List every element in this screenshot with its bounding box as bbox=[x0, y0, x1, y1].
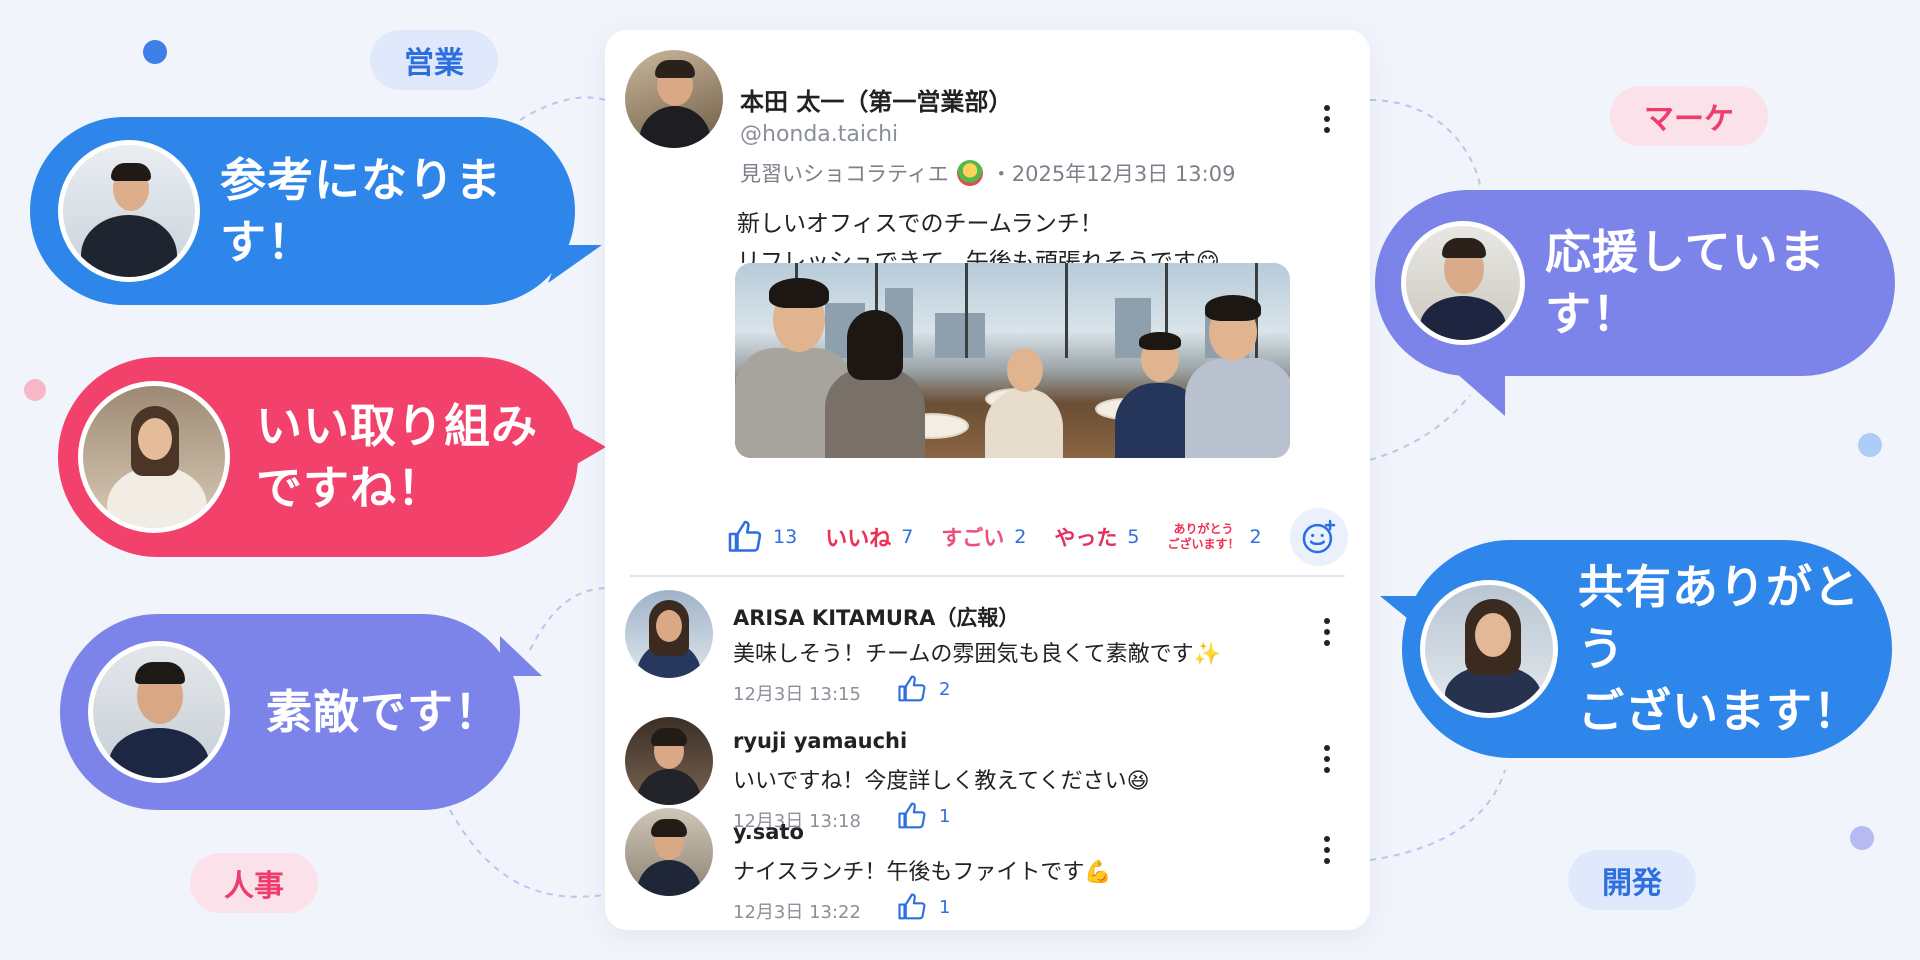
bubble-text-left-1: 参考になります！ bbox=[220, 153, 502, 269]
post-meta: 見習いショコラティエ ・2025年12月3日 13:09 bbox=[740, 158, 1235, 188]
add-reaction-smiley-icon bbox=[1302, 519, 1335, 554]
tag-dev-label: 開発 bbox=[1602, 866, 1662, 901]
comment-more-menu-icon[interactable] bbox=[1324, 618, 1330, 646]
rank-badge-icon bbox=[956, 160, 983, 186]
post-more-menu-icon[interactable] bbox=[1324, 105, 1330, 133]
thumbs-up-icon bbox=[728, 520, 762, 552]
reaction-sugoi[interactable]: すごい 2 bbox=[941, 522, 1026, 552]
speech-bubble-left-2: いい取り組み ですね！ bbox=[58, 357, 606, 557]
comment-text: ナイスランチ！午後もファイトです💪 bbox=[733, 860, 1112, 885]
post-timestamp: ・2025年12月3日 13:09 bbox=[990, 162, 1236, 186]
speech-bubble-right-2: 共有ありがとう ございます！ bbox=[1380, 540, 1892, 758]
reaction-arigatou[interactable]: ありがとう ございます！ 2 bbox=[1167, 522, 1261, 552]
comment-avatar[interactable] bbox=[625, 717, 713, 805]
speech-bubble-right-1: 応援しています！ bbox=[1375, 190, 1895, 416]
post-author-name[interactable]: 本田 太一（第一営業部） bbox=[740, 82, 1012, 117]
tag-marketing: マーケ bbox=[1610, 86, 1768, 146]
avatar-woman-phone bbox=[1420, 580, 1558, 718]
thumbs-up-icon bbox=[898, 893, 926, 920]
yatta-stamp-icon: やった bbox=[1054, 526, 1118, 550]
comment-like-button[interactable]: 2 bbox=[897, 674, 950, 704]
reaction-count-yatta: 5 bbox=[1127, 526, 1140, 548]
comment-avatar[interactable] bbox=[625, 808, 713, 896]
reaction-count-iine: 7 bbox=[901, 526, 914, 548]
reaction-count-thumbs-up: 13 bbox=[773, 526, 798, 548]
iine-stamp-icon: いいね bbox=[825, 527, 892, 552]
post-photo-team-lunch[interactable] bbox=[735, 263, 1290, 458]
comment-avatar[interactable] bbox=[625, 590, 713, 678]
bubble-text-left-2: いい取り組み ですね！ bbox=[256, 399, 538, 515]
reaction-iine[interactable]: いいね 7 bbox=[825, 521, 913, 553]
tag-marketing-label: マーケ bbox=[1644, 102, 1734, 137]
comment-like-button[interactable]: 1 bbox=[897, 892, 950, 922]
comment-time: 12月3日 13:22 bbox=[733, 902, 861, 923]
tag-hr: 人事 bbox=[190, 853, 318, 913]
post-card: 本田 太一（第一営業部） @honda.taichi 見習いショコラティエ ・2… bbox=[605, 30, 1370, 930]
add-reaction-button[interactable] bbox=[1289, 508, 1348, 566]
speech-bubble-left-1: 参考になります！ bbox=[30, 117, 602, 305]
reaction-count-sugoi: 2 bbox=[1014, 526, 1027, 548]
reaction-count-arigatou: 2 bbox=[1249, 526, 1262, 548]
avatar-man-smiling bbox=[1401, 221, 1525, 345]
reaction-yatta[interactable]: やった 5 bbox=[1054, 522, 1139, 552]
comment-like-count: 1 bbox=[939, 896, 951, 918]
comment-author[interactable]: ryuji yamauchi bbox=[733, 729, 907, 753]
avatar-woman-eating bbox=[78, 381, 230, 533]
arigatou-stamp-icon: ありがとう ございます！ bbox=[1167, 522, 1240, 551]
post-author-handle[interactable]: @honda.taichi bbox=[740, 122, 898, 147]
comment-author[interactable]: ARISA KITAMURA（広報） bbox=[733, 602, 1019, 632]
comment-text: 美味しそう！チームの雰囲気も良くて素敵です✨ bbox=[733, 642, 1222, 667]
tag-dev: 開発 bbox=[1568, 850, 1696, 910]
reaction-thumbs-up[interactable]: 13 bbox=[727, 519, 797, 555]
reaction-bar: 13 いいね 7 すごい 2 やった 5 ありがとう ございます！ 2 bbox=[727, 508, 1348, 566]
comment-item: ARISA KITAMURA（広報） 美味しそう！チームの雰囲気も良くて素敵です… bbox=[625, 590, 1350, 710]
avatar-man-navy bbox=[88, 641, 230, 783]
tag-sales-label: 営業 bbox=[404, 46, 464, 81]
comment-time: 12月3日 13:15 bbox=[733, 684, 861, 705]
post-author-rank: 見習いショコラティエ bbox=[740, 162, 949, 186]
thumbs-up-icon bbox=[898, 675, 926, 702]
avatar-man-suit bbox=[58, 140, 200, 282]
comment-like-count: 2 bbox=[939, 678, 951, 700]
sugoi-stamp-icon: すごい bbox=[941, 526, 1005, 550]
comment-more-menu-icon[interactable] bbox=[1324, 745, 1330, 773]
speech-bubble-left-3: 素敵です！ bbox=[60, 614, 542, 810]
comment-item: y.sato ナイスランチ！午後もファイトです💪 12月3日 13:22 1 bbox=[625, 808, 1350, 928]
post-author-avatar[interactable] bbox=[625, 50, 723, 148]
comment-text: いいですね！今度詳しく教えてください😆 bbox=[733, 769, 1150, 794]
comment-more-menu-icon[interactable] bbox=[1324, 836, 1330, 864]
tag-hr-label: 人事 bbox=[224, 869, 284, 904]
bubble-text-right-1: 応援しています！ bbox=[1545, 225, 1826, 341]
bubble-text-right-2: 共有ありがとう ございます！ bbox=[1578, 560, 1860, 738]
tag-sales: 営業 bbox=[370, 30, 498, 90]
bubble-text-left-3: 素敵です！ bbox=[266, 685, 501, 739]
post-divider bbox=[630, 575, 1345, 577]
comment-author[interactable]: y.sato bbox=[733, 820, 804, 844]
